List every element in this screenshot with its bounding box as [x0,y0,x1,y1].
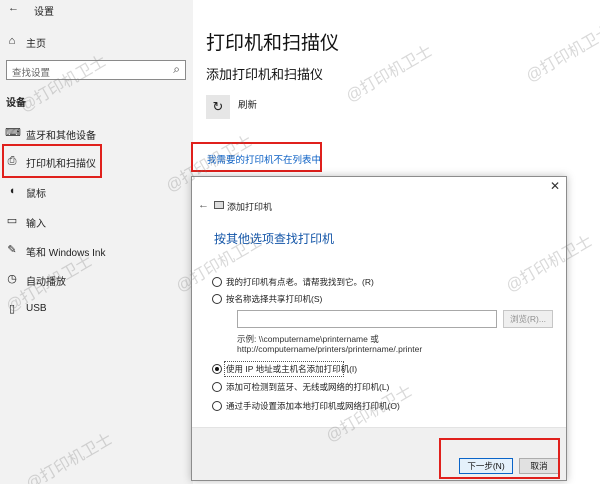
add-printer-dialog: ✕ ← 添加打印机 按其他选项查找打印机 我的打印机有点老。请帮我找到它。(R)… [191,176,567,481]
sidebar-item-label: 鼠标 [26,189,46,200]
search-placeholder: 查找设置 [12,68,51,79]
radio-button[interactable] [212,277,222,287]
sidebar-item-usb[interactable]: ▯ USB [0,297,193,323]
radio-button[interactable] [212,382,222,392]
keyboard-icon: ▭ [6,215,18,227]
example-text: http://computername/printers/printername… [237,344,423,354]
app-title: 设置 [34,7,54,18]
section-title: 添加打印机和扫描仪 [206,67,324,82]
autoplay-icon: ◷ [7,273,17,285]
usb-icon: ▯ [8,303,16,315]
sidebar-item-label: 输入 [26,219,46,230]
refresh-button[interactable]: ↻ [206,95,230,119]
sidebar-item-autoplay[interactable]: ◷ 自动播放 [0,267,193,293]
sidebar-item-label: 自动播放 [26,277,66,288]
shared-printer-name-input[interactable] [237,310,497,328]
radio-button[interactable] [212,401,222,411]
buttons-highlight-box [439,438,560,479]
sidebar-item-pen[interactable]: ✎ 笔和 Windows Ink [0,238,193,264]
section-header: 设备 [6,98,26,109]
sidebar-item-label: 主页 [26,39,46,50]
option-label: 通过手动设置添加本地打印机或网络打印机(O) [226,401,400,411]
home-icon: ⌂ [8,35,16,47]
printer-icon [214,201,224,209]
settings-sidebar: ← 设置 ⌂ 主页 查找设置 ⌕ 设备 ⌨ 蓝牙和其他设备 ⎙ 打印机和扫描仪 … [0,0,193,484]
sidebar-item-label: 蓝牙和其他设备 [26,131,96,142]
back-arrow-icon[interactable]: ← [198,199,209,211]
mouse-icon: ◖ [8,185,16,197]
radio-button[interactable] [212,294,222,304]
sidebar-item-home[interactable]: ⌂ 主页 [0,29,193,55]
browse-button[interactable]: 浏览(R)... [503,310,553,328]
sidebar-item-label: USB [26,303,47,314]
refresh-icon: ↻ [212,99,224,114]
refresh-label: 刷新 [238,100,258,111]
search-input[interactable]: 查找设置 ⌕ [6,60,186,80]
option-label: 使用 IP 地址或主机名添加打印机(I) [226,364,358,374]
sidebar-item-label: 笔和 Windows Ink [26,248,106,259]
sidebar-item-mouse[interactable]: ◖ 鼠标 [0,179,193,205]
page-title: 打印机和扫描仪 [206,33,340,54]
bluetooth-devices-icon: ⌨ [5,127,21,139]
pen-icon: ✎ [7,244,17,256]
dialog-heading: 按其他选项查找打印机 [214,232,335,246]
printers-highlight-box [2,144,102,178]
back-arrow-icon[interactable]: ← [8,2,19,14]
option-label: 添加可检测到蓝牙、无线或网络的打印机(L) [226,382,390,392]
sidebar-item-typing[interactable]: ▭ 输入 [0,209,193,235]
watermark: @打印机卫士 [523,22,600,86]
option-label: 按名称选择共享打印机(S) [226,294,323,304]
watermark: @打印机卫士 [343,42,436,106]
close-icon[interactable]: ✕ [550,179,560,193]
option-label: 我的打印机有点老。请帮我找到它。(R) [226,277,374,287]
radio-button[interactable] [212,364,222,374]
search-icon: ⌕ [173,62,180,76]
dialog-title: 添加打印机 [227,202,273,212]
printer-not-listed-link[interactable]: 我需要的打印机不在列表中 [207,152,321,166]
